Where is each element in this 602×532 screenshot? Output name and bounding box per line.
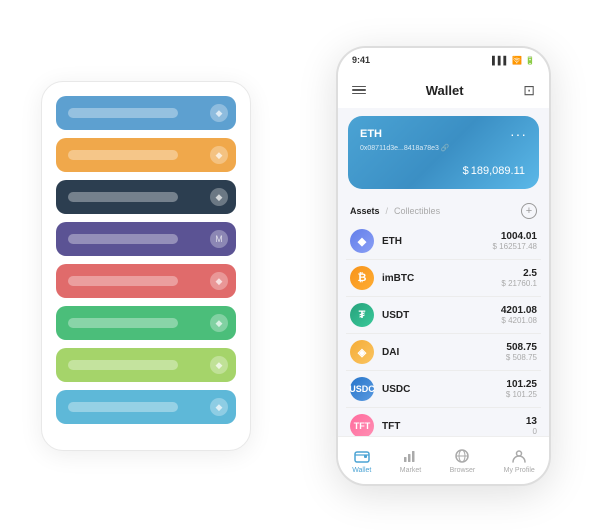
tab-assets[interactable]: Assets [350, 206, 380, 216]
expand-icon[interactable]: ⊡ [523, 82, 535, 99]
row-icon: ◆ [210, 272, 228, 290]
row-icon: ◆ [210, 146, 228, 164]
row-icon: ◆ [210, 314, 228, 332]
balance-prefix: $ [463, 165, 469, 177]
list-item[interactable]: ◆ [56, 306, 236, 340]
wallet-coin-label: ETH [360, 128, 382, 140]
nav-market-label: Market [400, 467, 421, 474]
background-card: ◆ ◆ ◆ M ◆ ◆ ◆ ◆ [41, 81, 251, 451]
asset-name-usdc: USDC [382, 384, 506, 395]
asset-item-usdc[interactable]: USDC USDC 101.25 $ 101.25 [346, 371, 541, 408]
asset-name-dai: DAI [382, 347, 506, 358]
wallet-options-button[interactable]: ··· [510, 126, 527, 142]
status-icons: ▌▌▌ 🛜 🔋 [492, 56, 535, 65]
nav-market[interactable]: Market [400, 447, 421, 474]
asset-name-usdt: USDT [382, 310, 501, 321]
phone-mockup: 9:41 ▌▌▌ 🛜 🔋 Wallet ⊡ ETH ··· 0x [336, 46, 551, 486]
nav-wallet-label: Wallet [352, 467, 371, 474]
list-item[interactable]: ◆ [56, 390, 236, 424]
status-time: 9:41 [352, 55, 370, 65]
dai-amount: 508.75 [506, 342, 537, 353]
asset-item-imbtc[interactable]: ₿ imBTC 2.5 $ 21760.1 [346, 260, 541, 297]
app-header: Wallet ⊡ [338, 72, 549, 108]
asset-name-imbtc: imBTC [382, 273, 501, 284]
usdc-usd: $ 101.25 [506, 390, 537, 399]
wallet-balance: $189,089.11 [360, 158, 527, 179]
asset-item-usdt[interactable]: ₮ USDT 4201.08 $ 4201.08 [346, 297, 541, 334]
imbtc-amount: 2.5 [501, 268, 537, 279]
usdc-icon: USDC [350, 377, 374, 401]
nav-profile-label: My Profile [504, 467, 535, 474]
nav-wallet[interactable]: Wallet [352, 447, 371, 474]
eth-usd: $ 162517.48 [493, 242, 538, 251]
asset-item-dai[interactable]: ◈ DAI 508.75 $ 508.75 [346, 334, 541, 371]
nav-browser[interactable]: Browser [450, 447, 476, 474]
asset-amounts-dai: 508.75 $ 508.75 [506, 342, 537, 362]
asset-amounts-imbtc: 2.5 $ 21760.1 [501, 268, 537, 288]
asset-name-tft: TFT [382, 421, 526, 432]
list-item[interactable]: ◆ [56, 138, 236, 172]
eth-amount: 1004.01 [493, 231, 538, 242]
dai-usd: $ 508.75 [506, 353, 537, 362]
status-bar: 9:41 ▌▌▌ 🛜 🔋 [338, 48, 549, 72]
tft-usd: 0 [526, 427, 537, 436]
list-item[interactable]: ◆ [56, 96, 236, 130]
tft-amount: 13 [526, 416, 537, 427]
market-nav-icon [401, 447, 419, 465]
nav-browser-label: Browser [450, 467, 476, 474]
imbtc-icon: ₿ [350, 266, 374, 290]
profile-nav-icon [510, 447, 528, 465]
wallet-nav-icon [353, 447, 371, 465]
dai-icon: ◈ [350, 340, 374, 364]
list-item[interactable]: ◆ [56, 264, 236, 298]
assets-tabs: Assets / Collectibles [350, 206, 440, 216]
menu-button[interactable] [352, 86, 366, 95]
asset-item-eth[interactable]: ◆ ETH 1004.01 $ 162517.48 [346, 223, 541, 260]
browser-nav-icon [453, 447, 471, 465]
signal-icon: ▌▌▌ [492, 56, 509, 65]
row-icon: ◆ [210, 356, 228, 374]
list-item[interactable]: ◆ [56, 348, 236, 382]
list-item[interactable]: M [56, 222, 236, 256]
usdt-amount: 4201.08 [501, 305, 537, 316]
asset-amounts-tft: 13 0 [526, 416, 537, 436]
battery-icon: 🔋 [525, 56, 535, 65]
main-scene: ◆ ◆ ◆ M ◆ ◆ ◆ ◆ [21, 16, 581, 516]
row-icon: ◆ [210, 398, 228, 416]
usdc-amount: 101.25 [506, 379, 537, 390]
page-title: Wallet [426, 83, 464, 98]
asset-amounts-eth: 1004.01 $ 162517.48 [493, 231, 538, 251]
list-item[interactable]: ◆ [56, 180, 236, 214]
wallet-address: 0x08711d3e...8418a78e3 🔗 [360, 144, 527, 152]
tab-divider: / [386, 206, 389, 216]
bottom-nav: Wallet Market [338, 436, 549, 484]
assets-header: Assets / Collectibles + [338, 197, 549, 223]
row-icon: ◆ [210, 104, 228, 122]
phone-body: ETH ··· 0x08711d3e...8418a78e3 🔗 $189,08… [338, 108, 549, 436]
tft-icon: TFT [350, 414, 374, 436]
row-icon: ◆ [210, 188, 228, 206]
nav-profile[interactable]: My Profile [504, 447, 535, 474]
usdt-icon: ₮ [350, 303, 374, 327]
asset-list: ◆ ETH 1004.01 $ 162517.48 ₿ imBTC 2.5 $ … [338, 223, 549, 436]
asset-name-eth: ETH [382, 236, 493, 247]
balance-amount: 189,089.11 [471, 165, 525, 177]
asset-amounts-usdt: 4201.08 $ 4201.08 [501, 305, 537, 325]
wallet-card: ETH ··· 0x08711d3e...8418a78e3 🔗 $189,08… [348, 116, 539, 189]
asset-amounts-usdc: 101.25 $ 101.25 [506, 379, 537, 399]
wifi-icon: 🛜 [512, 56, 522, 65]
tab-collectibles[interactable]: Collectibles [394, 206, 440, 216]
imbtc-usd: $ 21760.1 [501, 279, 537, 288]
usdt-usd: $ 4201.08 [501, 316, 537, 325]
asset-item-tft[interactable]: TFT TFT 13 0 [346, 408, 541, 436]
eth-icon: ◆ [350, 229, 374, 253]
add-asset-button[interactable]: + [521, 203, 537, 219]
row-icon: M [210, 230, 228, 248]
